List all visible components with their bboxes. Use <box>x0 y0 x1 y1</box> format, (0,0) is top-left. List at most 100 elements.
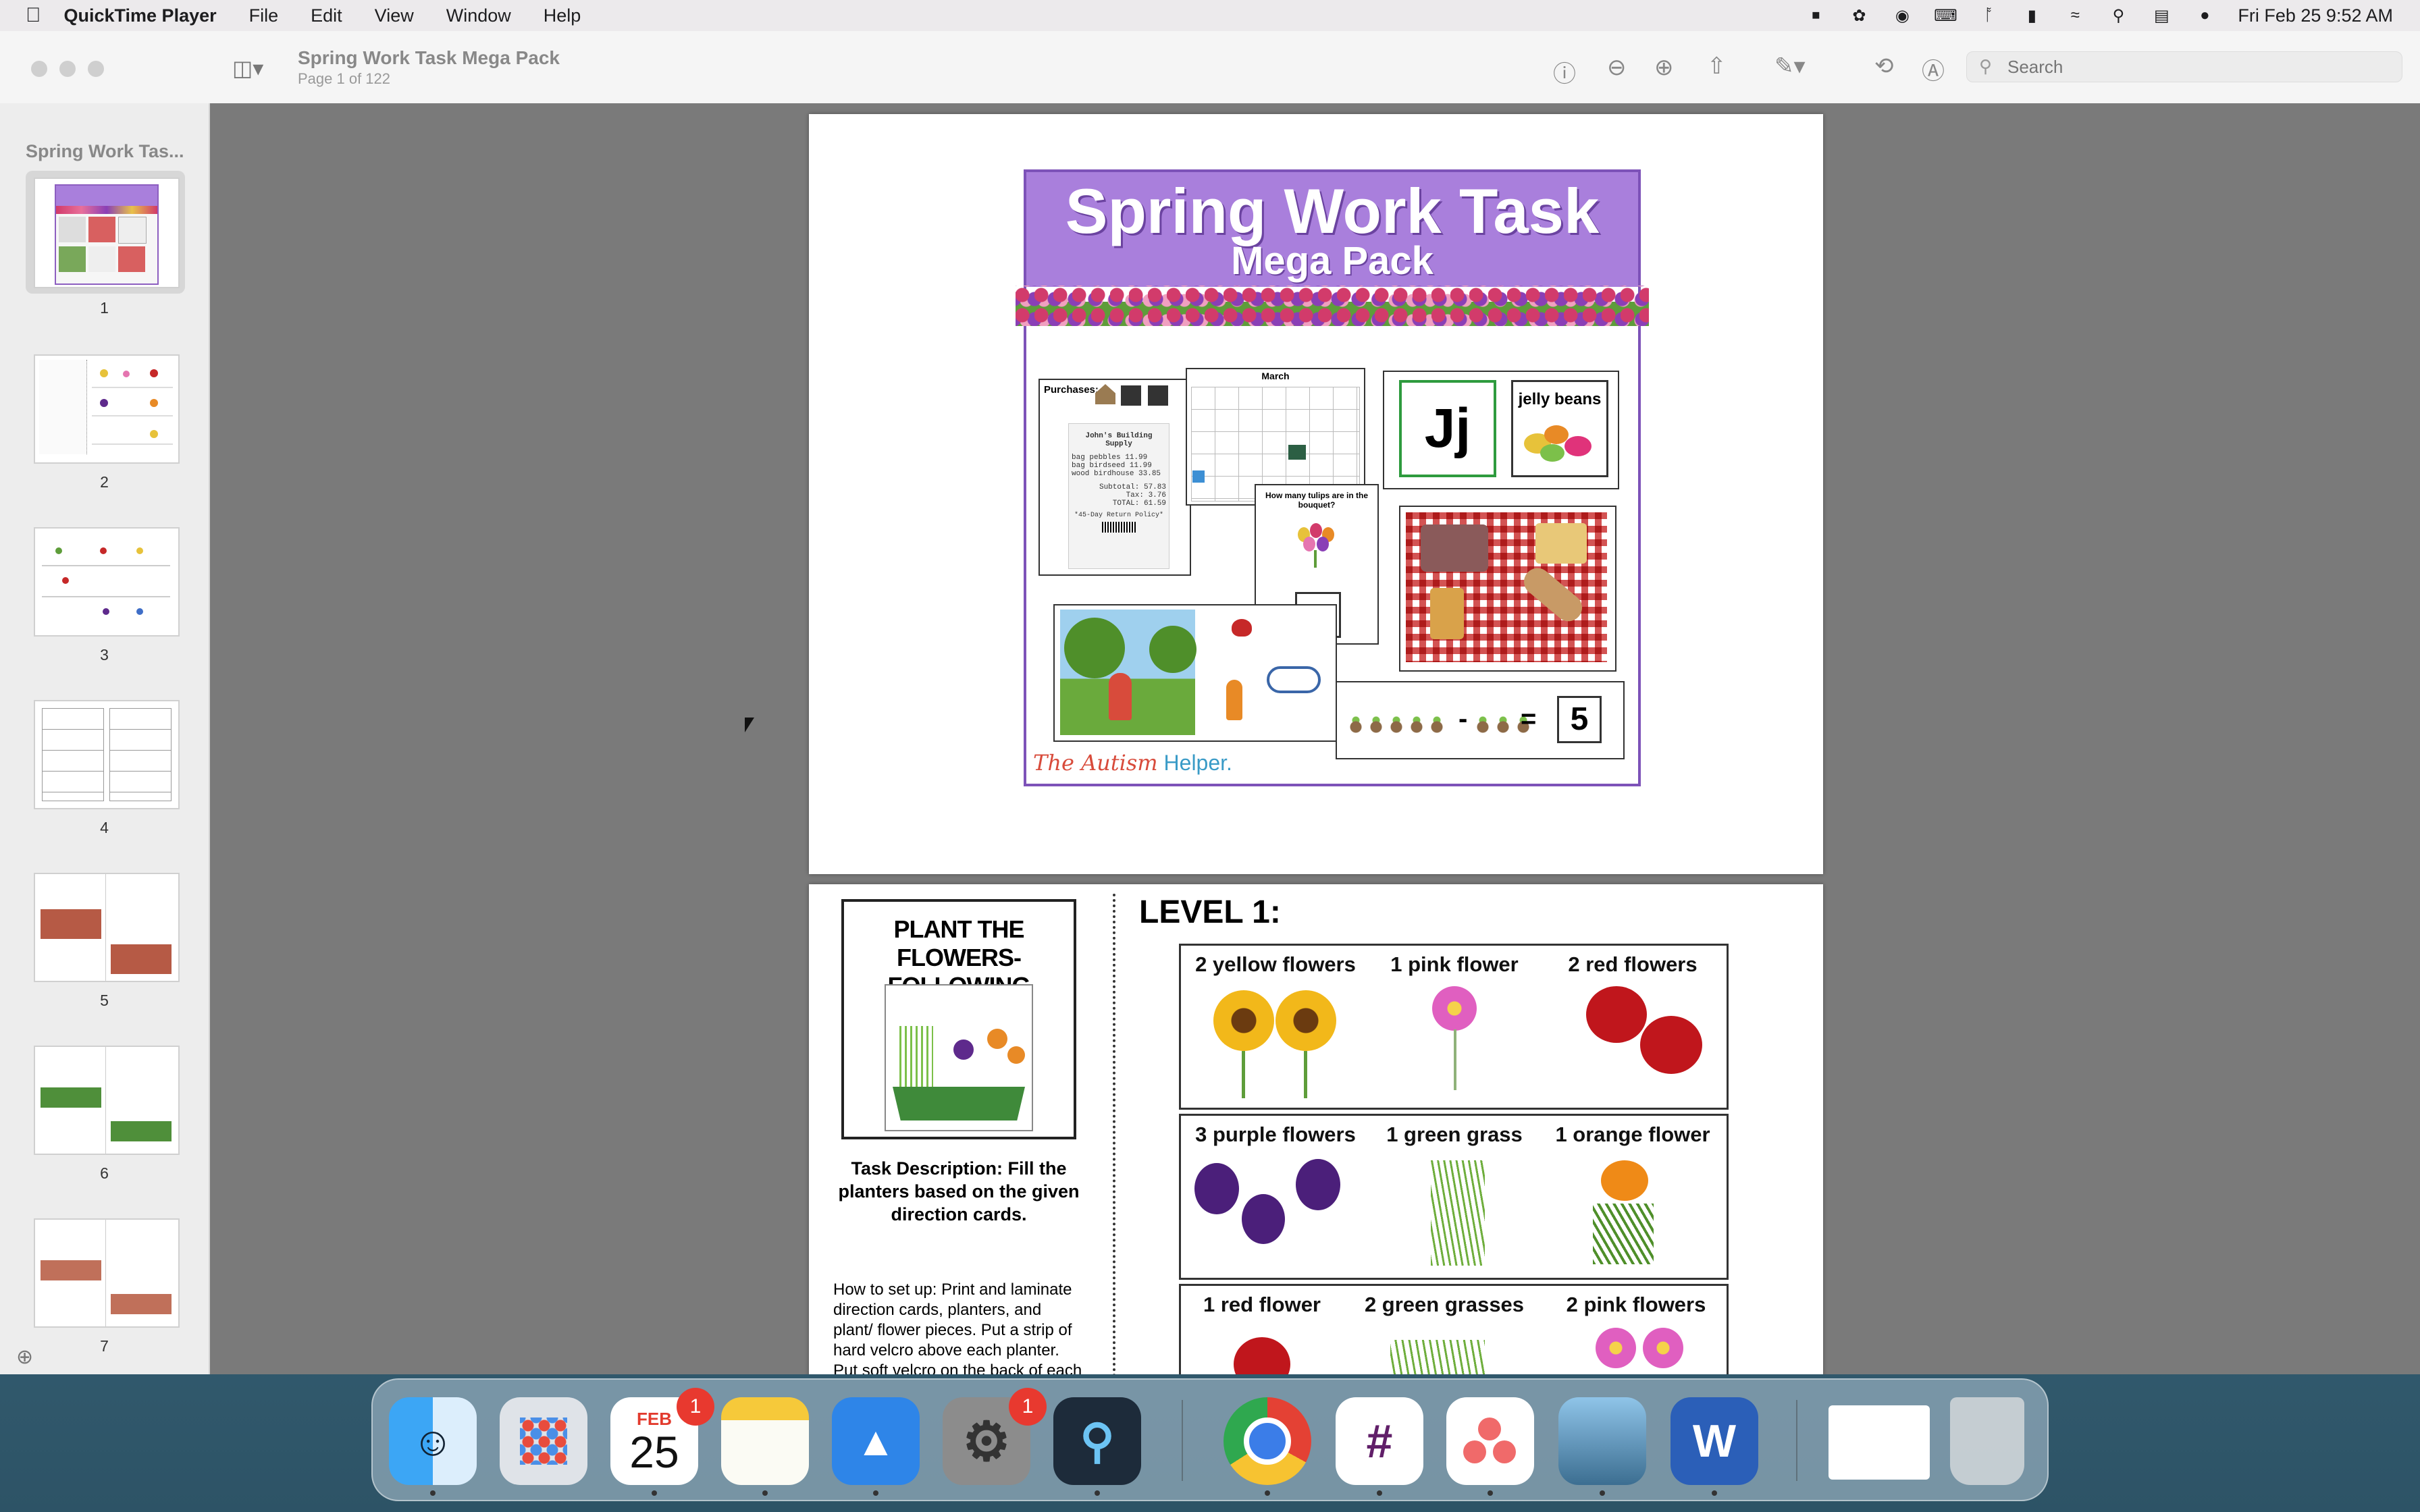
notes-icon[interactable] <box>721 1397 809 1485</box>
sidebar-toggle-icon[interactable]: ◫▾ <box>232 55 263 81</box>
tree-icon <box>1149 626 1196 673</box>
receipt-line: bag birdseed 11.99 <box>1072 462 1152 470</box>
instruction-card: PLANT THE FLOWERS- FOLLOWING DIRECTIONS <box>841 899 1076 1139</box>
thumbnail-label-2: 2 <box>100 473 109 491</box>
apple-icon[interactable]:  <box>26 4 41 27</box>
slack-icon[interactable]: # <box>1336 1397 1423 1485</box>
app-menu[interactable]: QuickTime Player <box>64 5 217 26</box>
pink-flower-icon <box>1432 986 1477 1031</box>
grammarly-icon[interactable]: ◉ <box>1892 5 1912 26</box>
jelly-beans-box: jelly beans <box>1511 380 1608 477</box>
zoom-out-icon[interactable]: ⊖ <box>1607 54 1627 81</box>
tulip-bouquet-icon <box>1292 523 1340 568</box>
share-icon[interactable]: ⇧ <box>1707 53 1727 80</box>
zoom-button[interactable] <box>88 61 104 77</box>
document-canvas[interactable]: Spring Work Task Mega Pack Purchases: Jo… <box>210 103 2420 1374</box>
close-button[interactable] <box>31 61 47 77</box>
bird-icon <box>1232 619 1252 637</box>
page-info: Page 1 of 122 <box>298 70 391 87</box>
menu-edit[interactable]: Edit <box>311 5 342 26</box>
calendar-month: FEB <box>637 1408 672 1429</box>
calendar-sticker <box>1288 445 1306 460</box>
thumbnail-page-3[interactable] <box>34 527 180 637</box>
trash-icon[interactable] <box>1950 1397 2024 1485</box>
direction-item: 1 orange flower <box>1555 1123 1710 1146</box>
running-indicator <box>1712 1490 1717 1496</box>
wifi-icon[interactable]: ≈ <box>2065 5 2085 26</box>
receipt-store: John's Building Supply <box>1085 432 1153 448</box>
purchases-label: Purchases: <box>1044 384 1099 396</box>
menu-view[interactable]: View <box>375 5 414 26</box>
stop-recording-icon[interactable]: ⏹ <box>1806 5 1826 26</box>
sidebar-title: Spring Work Tas... <box>26 141 184 161</box>
task-description: Task Description: Fill the planters base… <box>838 1158 1080 1224</box>
spotlight-icon[interactable]: ⚲ <box>2108 5 2128 26</box>
bluetooth-icon[interactable]: ᚩ <box>1978 5 1999 26</box>
annotate-icon[interactable]: Ⓐ <box>1922 53 1945 86</box>
finder-icon[interactable]: ☺ <box>389 1397 477 1485</box>
chrome-icon[interactable] <box>1224 1397 1311 1485</box>
thumbnail-label-4: 4 <box>100 819 109 836</box>
thumbnail-label-5: 5 <box>100 992 109 1009</box>
menu-file[interactable]: File <box>249 5 279 26</box>
search-field[interactable]: ⚲ <box>1966 51 2402 82</box>
menu-window[interactable]: Window <box>446 5 511 26</box>
dock: ☺ FEB 25 1 ▲ ⚙ 1 ⚲ # W <box>371 1378 2049 1501</box>
level-heading: LEVEL 1: <box>1139 894 1281 930</box>
tree-icon <box>1064 618 1125 678</box>
markup-icon[interactable]: ✎▾ <box>1774 53 1806 80</box>
receipt-total: Subtotal: 57.83 <box>1099 483 1166 491</box>
grass-icon <box>1390 1340 1485 1374</box>
battery-icon[interactable]: ▮ <box>2022 5 2042 26</box>
running-indicator <box>1488 1490 1493 1496</box>
add-page-icon[interactable]: ⊕ <box>16 1345 33 1369</box>
calendar-sticker <box>1192 470 1205 483</box>
thumbnail-page-6[interactable] <box>34 1046 180 1155</box>
word-icon[interactable]: W <box>1671 1397 1758 1485</box>
menu-clock[interactable]: Fri Feb 25 9:52 AM <box>2238 5 2393 26</box>
info-icon[interactable]: ⓘ <box>1553 55 1576 88</box>
recent-document-icon[interactable] <box>1829 1405 1930 1480</box>
thumbnail-page-4[interactable] <box>34 700 180 809</box>
thumbnail-page-1[interactable] <box>34 178 180 288</box>
keynote-icon[interactable]: ▲ <box>832 1397 920 1485</box>
running-indicator <box>1377 1490 1382 1496</box>
zoom-in-icon[interactable]: ⊕ <box>1654 54 1674 81</box>
kid-icon <box>1226 680 1242 720</box>
direction-item: 2 red flowers <box>1568 952 1698 976</box>
direction-item: 3 purple flowers <box>1195 1123 1356 1146</box>
dock-separator <box>1796 1400 1797 1481</box>
minimize-button[interactable] <box>59 61 76 77</box>
keyboard-icon[interactable]: ⌨ <box>1934 5 1957 26</box>
pink-flower-icon <box>1643 1328 1683 1368</box>
thumbnail-page-7[interactable] <box>34 1218 180 1328</box>
food-tray <box>1421 524 1488 572</box>
siri-icon[interactable]: ● <box>2194 5 2215 26</box>
letter-card: Jj jelly beans <box>1383 371 1619 489</box>
direction-item: 2 pink flowers <box>1566 1293 1706 1316</box>
thumbnail-label-6: 6 <box>100 1164 109 1182</box>
minus-sign: - <box>1458 704 1468 734</box>
search-input[interactable] <box>2006 55 2387 79</box>
thumbnail-sidebar: Spring Work Tas... 1 2 3 4 5 6 7 ⊕ <box>0 103 210 1374</box>
calendar-month: March <box>1261 371 1290 381</box>
red-flower-icon <box>1234 1337 1290 1374</box>
rotate-icon[interactable]: ⟲ <box>1874 53 1894 80</box>
direction-item: 1 pink flower <box>1390 952 1519 976</box>
kids-scene-card <box>1053 604 1337 742</box>
control-center-icon[interactable]: ▤ <box>2151 5 2172 26</box>
launchpad-icon[interactable] <box>500 1397 587 1485</box>
quicktime-icon[interactable]: ⚲ <box>1053 1397 1141 1485</box>
direction-item: 1 green grass <box>1386 1123 1523 1146</box>
asana-icon[interactable] <box>1446 1397 1534 1485</box>
creative-cloud-icon[interactable]: ✿ <box>1849 5 1869 26</box>
kid-icon <box>1109 673 1132 720</box>
running-indicator <box>430 1490 436 1496</box>
menu-help[interactable]: Help <box>544 5 581 26</box>
preview-icon[interactable] <box>1558 1397 1646 1485</box>
orange-flower-icon <box>1601 1160 1648 1201</box>
thumbnail-page-5[interactable] <box>34 873 180 982</box>
thumbnail-page-2[interactable] <box>34 354 180 464</box>
math-answer-box: 5 <box>1557 696 1602 743</box>
direction-item: 2 green grasses <box>1364 1293 1525 1316</box>
